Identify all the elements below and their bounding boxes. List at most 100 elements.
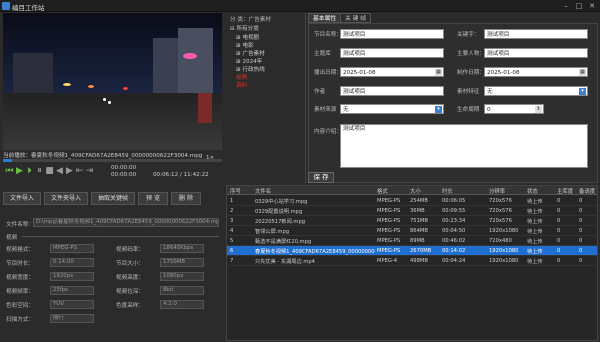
path-field[interactable]: D:\mpg\春夏秋冬视频1_409CFAD67A2E8459_00000000… [33, 218, 219, 227]
info-label: 视频高度： [116, 275, 144, 281]
column-header[interactable]: 大小 [410, 187, 421, 195]
info-value: 18645Kbps [160, 244, 204, 253]
tree-item[interactable]: ⊞ 电视剧 [236, 33, 259, 41]
tree-root[interactable]: ⊟ 所有分类 [230, 24, 259, 32]
window-title: 编目工作站 [12, 4, 45, 12]
column-header[interactable]: 分辨率 [489, 187, 505, 195]
info-label: 视频帧率： [6, 289, 34, 295]
column-header[interactable]: 格式 [377, 187, 388, 195]
tab-keyframes[interactable]: 关 键 帧 [340, 13, 372, 23]
table-cell: 0 [579, 258, 583, 264]
tab-basic-props[interactable]: 基本属性 [308, 13, 342, 23]
column-header[interactable]: 文件名 [255, 187, 271, 195]
minimize-icon[interactable]: – [560, 1, 572, 11]
table-cell: 智领公屏.mpg [255, 229, 290, 235]
close-icon[interactable]: ✕ [586, 1, 598, 11]
info-value: MPEG-PS [50, 244, 94, 253]
table-cell: 待上传 [527, 259, 543, 265]
program-name-input[interactable]: 测试项目 [340, 29, 444, 39]
table-cell: 0329中心站学习.mpg [255, 199, 308, 205]
table-cell: 春夏秋冬视频1_409CFAD67A2E8459_000000006... [255, 249, 375, 255]
preview-button[interactable]: 预 览 [138, 192, 168, 205]
table-row[interactable]: 5 甄选不是满屏红20.mpg MPEG-PS 89MB 00:46:02 720x480… [227, 236, 597, 246]
column-header[interactable]: 序号 [230, 187, 241, 195]
material-feature-select[interactable]: 无 ▾ [484, 86, 588, 96]
tree-item[interactable]: 经费 [236, 73, 247, 81]
table-row[interactable]: 2 0329配置说明.mpg MPEG-PS 36MB 00:09:55 720x576 待… [227, 206, 597, 216]
video-preview[interactable] [3, 13, 222, 150]
step-icon[interactable]: ⏵ [25, 166, 34, 176]
table-row[interactable]: 6 春夏秋冬视频1_409CFAD67A2E8459_000000006... MP… [227, 246, 597, 256]
stop-icon[interactable]: ■ [45, 166, 54, 176]
table-cell: 0 [557, 208, 561, 214]
tree-item[interactable]: ⊞ 电影 [236, 41, 254, 49]
calendar-icon[interactable]: ▦ [435, 69, 442, 76]
author-label: 作者 [314, 89, 326, 95]
column-header[interactable]: 备请度 [579, 187, 595, 195]
make-date-input[interactable]: 2025-01-08 ▦ [484, 67, 588, 77]
info-label: 节目时长： [6, 261, 34, 267]
video-section-label: 视频 [6, 235, 18, 241]
info-value: 1920px [50, 272, 94, 281]
table-cell: 3 [230, 218, 234, 224]
table-cell: 0 [579, 228, 583, 234]
author-input[interactable]: 测试项目 [340, 86, 444, 96]
mark-in-icon[interactable]: ⇤ [75, 166, 84, 176]
person-input[interactable]: 测试项目 [484, 48, 588, 58]
table-row[interactable]: 7 只先优美 - 东湖周边.mp4 MPEG-4 498MB 00:04:24 1920x… [227, 256, 597, 266]
folder-import-button[interactable]: 文件夹导入 [44, 192, 88, 205]
table-cell: 0 [579, 208, 583, 214]
skip-start-icon[interactable]: ⏮ [5, 166, 14, 176]
table-row[interactable]: 1 0329中心站学习.mpg MPEG-PS 254MB 00:06:05 720x57… [227, 196, 597, 206]
time-current: 00:06:12 / 11:42:22 [153, 172, 209, 178]
table-cell: 待上传 [527, 229, 543, 235]
calendar-icon[interactable]: ▦ [579, 69, 586, 76]
table-cell: 1920x1080 [489, 258, 519, 264]
prev-frame-icon[interactable]: ◀ [55, 166, 64, 176]
play-icon[interactable]: ▶ [15, 166, 24, 176]
file-import-button[interactable]: 文件导入 [3, 192, 41, 205]
delete-button[interactable]: 删 除 [171, 192, 201, 205]
info-label: 视频格式： [6, 247, 34, 253]
table-cell: 00:46:02 [442, 238, 466, 244]
table-cell: 254MB [410, 198, 428, 204]
pause-icon[interactable]: ⏸ [35, 166, 44, 176]
column-header[interactable]: 主库度 [557, 187, 573, 195]
table-row[interactable]: 3 20220517新闻.mpg MPEG-PS 751MB 00:23:34 720x5… [227, 216, 597, 226]
tree-item[interactable]: ⊞ 2024年 [236, 57, 262, 65]
table-row[interactable]: 4 智领公屏.mpg MPEG-PS 864MB 00:04:50 1920x1080 待上… [227, 226, 597, 236]
table-cell: 498MB [410, 258, 428, 264]
person-label: 主要人物： [457, 51, 485, 57]
table-cell: 36MB [410, 208, 425, 214]
table-cell: 只先优美 - 东湖周边.mp4 [255, 259, 315, 265]
tree-item[interactable]: ⊞ 行政热线 [236, 65, 265, 73]
extract-keyframe-button[interactable]: 抽取关键帧 [91, 192, 135, 205]
life-cycle-input[interactable]: 0 ⇕ [484, 104, 544, 114]
table-cell: 0 [557, 198, 561, 204]
time-in: 00:00:00 [111, 172, 137, 178]
material-feature-label: 素材特征 [457, 89, 480, 95]
column-header[interactable]: 时长 [442, 187, 453, 195]
air-date-input[interactable]: 2025-01-08 ▦ [340, 67, 444, 77]
info-label: 视频码率： [116, 247, 144, 253]
host-input[interactable]: 测试项目 [340, 48, 444, 58]
content-textarea[interactable]: 测试项目 [340, 124, 588, 168]
mark-out-icon[interactable]: ⇥ [85, 166, 94, 176]
table-cell: MPEG-4 [377, 258, 398, 264]
tree-item[interactable]: ⊞ 广告素材 [236, 49, 265, 57]
column-header[interactable]: 状态 [527, 187, 538, 195]
table-cell: 0 [579, 248, 583, 254]
save-button[interactable]: 保 存 [308, 172, 334, 183]
table-cell: 甄选不是满屏红20.mpg [255, 239, 312, 245]
next-frame-icon[interactable]: ▶ [65, 166, 74, 176]
table-cell: 6 [230, 248, 234, 254]
tree-item[interactable]: 资料 [236, 81, 247, 89]
info-value: 4:2:0 [160, 300, 204, 309]
maximize-icon[interactable]: □ [573, 1, 585, 11]
playback-progress[interactable] [3, 159, 222, 162]
spinner-icon[interactable]: ⇕ [535, 106, 542, 113]
chevron-down-icon[interactable]: ▾ [435, 106, 442, 113]
keyword-input[interactable]: 测试项目 [484, 29, 588, 39]
chevron-down-icon[interactable]: ▾ [579, 88, 586, 95]
material-source-select[interactable]: 无 ▾ [340, 104, 444, 114]
